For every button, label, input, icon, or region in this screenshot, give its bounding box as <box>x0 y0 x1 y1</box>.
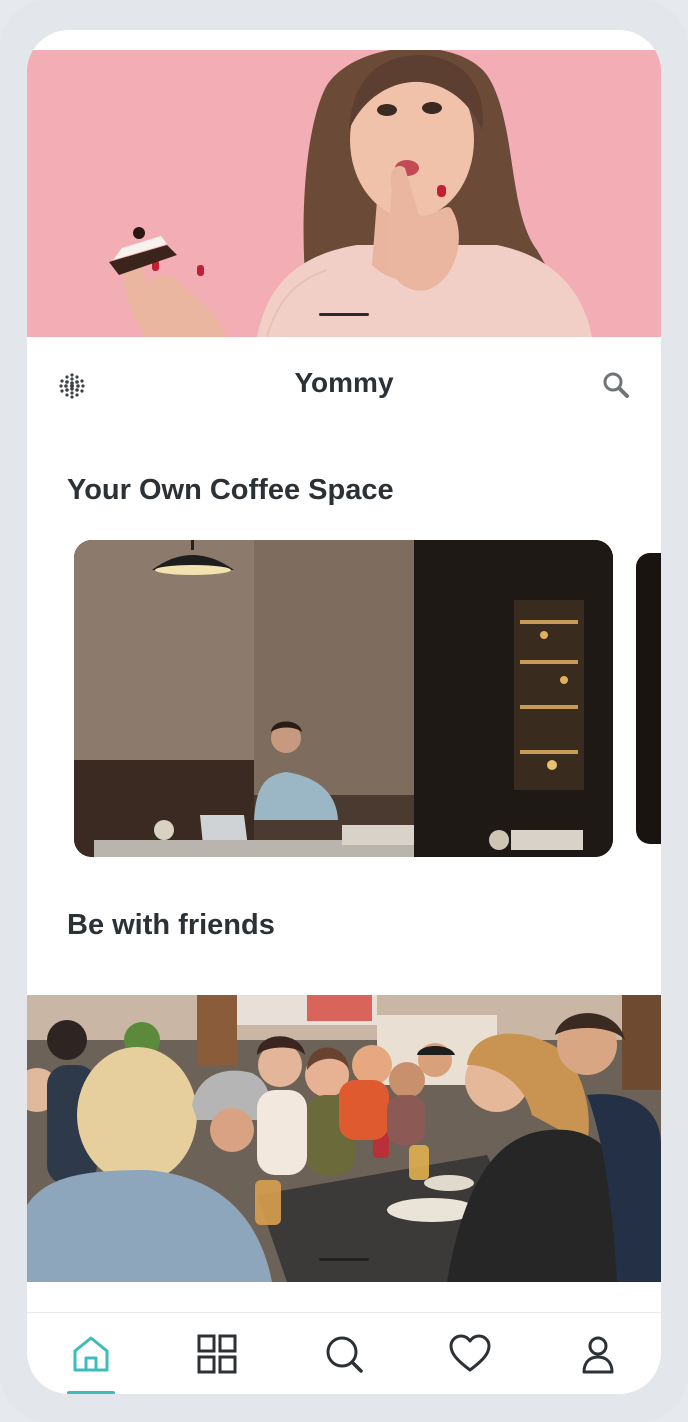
coffee-space-card-next[interactable] <box>636 553 661 844</box>
friends-dining-photo <box>27 995 661 1282</box>
nav-home[interactable] <box>46 1313 136 1394</box>
app-header: Yommy <box>27 337 661 433</box>
device-frame: Yommy Your Own Coffee Space Be with frie… <box>0 0 688 1422</box>
search-icon <box>326 1336 363 1373</box>
hero-banner-image[interactable] <box>27 50 661 337</box>
heart-icon <box>449 1334 491 1372</box>
nav-profile[interactable] <box>553 1313 643 1394</box>
hero-illustration <box>27 50 661 337</box>
nav-active-indicator <box>67 1391 115 1394</box>
nav-search[interactable] <box>299 1313 389 1394</box>
nav-categories[interactable] <box>172 1313 262 1394</box>
coffee-space-card[interactable] <box>74 540 613 857</box>
user-icon <box>582 1336 614 1374</box>
cafe-photo <box>74 540 613 857</box>
carousel-handle-friends[interactable] <box>319 1258 369 1261</box>
section-title-friends: Be with friends <box>67 909 275 941</box>
section-title-coffee: Your Own Coffee Space <box>67 474 394 506</box>
grid-icon <box>197 1334 237 1374</box>
nav-favorites[interactable] <box>425 1313 515 1394</box>
friends-photo[interactable] <box>27 995 661 1282</box>
app-title: Yommy <box>294 367 394 398</box>
search-icon[interactable] <box>600 369 632 401</box>
app-screen: Yommy Your Own Coffee Space Be with frie… <box>27 30 661 1394</box>
bottom-navigation <box>27 1312 661 1394</box>
home-icon <box>73 1336 109 1372</box>
carousel-handle[interactable] <box>319 313 369 316</box>
